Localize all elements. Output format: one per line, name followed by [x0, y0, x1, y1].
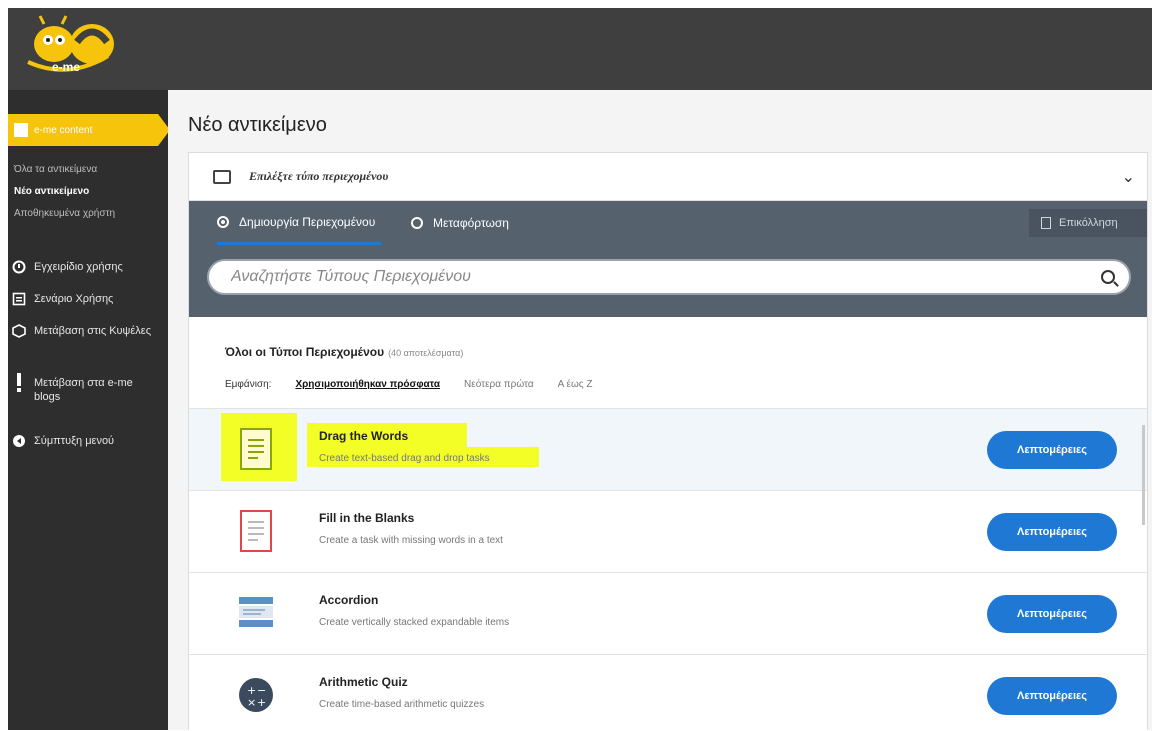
paste-button[interactable]: Επικόλληση [1029, 209, 1147, 237]
collapse-icon [12, 434, 26, 448]
fill-blanks-icon [240, 510, 272, 552]
list-box-icon [213, 169, 231, 184]
content-type-dropdown-label: Επιλέξτε τύπο περιεχομένου [249, 169, 389, 183]
list-item[interactable]: Accordion Create vertically stacked expa… [189, 573, 1147, 655]
sidebar: e-me content Όλα τα αντικείμενα Νέο αντι… [8, 90, 170, 730]
list-header: Όλοι οι Τύποι Περιεχομένου (40 αποτελέσμα… [225, 345, 463, 359]
tab-upload[interactable]: Μεταφόρτωση [411, 201, 509, 245]
chevron-down-icon: ⌄ [1121, 169, 1135, 186]
sidebar-sub-new-item[interactable]: Νέο αντικείμενο [14, 186, 89, 197]
app-frame: e-me e-me content Όλα τα αντικείμενα Νέο… [0, 0, 1152, 731]
sidebar-active-label: e-me content [34, 124, 93, 136]
search-box [207, 259, 1131, 295]
sidebar-item-manual[interactable]: Εγχειρίδιο χρήσης [12, 260, 123, 274]
content-type-name: Arithmetic Quiz [319, 675, 408, 689]
search-icon[interactable] [1101, 270, 1115, 284]
sidebar-item-label: Σενάριο Χρήσης [34, 293, 114, 305]
paste-button-label: Επικόλληση [1059, 217, 1118, 229]
logo-text: e-me [52, 60, 81, 74]
document-icon [12, 292, 26, 306]
sort-a-to-z[interactable]: Α έως Ζ [558, 379, 593, 390]
exclamation-icon [12, 373, 26, 392]
content-type-name: Drag the Words [319, 429, 409, 443]
content-type-desc: Create vertically stacked expandable ite… [319, 617, 510, 628]
sidebar-item-collapse[interactable]: Σύμπτυξη μενού [12, 434, 114, 448]
svg-text:+: + [257, 696, 266, 709]
details-button[interactable]: Λεπτομέρειες [987, 431, 1117, 469]
content-type-desc: Create time-based arithmetic quizzes [319, 699, 485, 710]
top-header: e-me [8, 8, 1152, 90]
result-count: (40 αποτελέσματα) [388, 348, 464, 358]
list-item[interactable]: + − × + Arithmetic Quiz Create time-base… [189, 655, 1147, 731]
tab-label: Δημιουργία Περιεχομένου [239, 214, 376, 229]
content-type-dropdown[interactable]: Επιλέξτε τύπο περιεχομένου ⌄ [189, 153, 1147, 201]
sidebar-sub-saved[interactable]: Αποθηκευμένα χρήστη [14, 208, 115, 219]
mode-tabs: Δημιουργία Περιεχομένου Μεταφόρτωση Επικ… [189, 201, 1147, 245]
sidebar-item-label: Μετάβαση στα e-me blogs [34, 377, 133, 403]
content-square-icon [14, 123, 28, 137]
sidebar-item-e-me-content[interactable]: e-me content [8, 114, 170, 146]
details-button[interactable]: Λεπτομέρειες [987, 595, 1117, 633]
sidebar-sub-all-items[interactable]: Όλα τα αντικείμενα [14, 164, 97, 175]
sort-options: Εμφάνιση: Χρησιμοποιήθηκαν πρόσφατα Νεότ… [225, 379, 617, 390]
tab-label: Μεταφόρτωση [433, 216, 509, 230]
sort-newest-first[interactable]: Νεότερα πρώτα [464, 379, 534, 390]
svg-text:×: × [247, 696, 256, 709]
content-type-name: Fill in the Blanks [319, 511, 415, 525]
clipboard-icon [1041, 217, 1051, 229]
details-button[interactable]: Λεπτομέρειες [987, 513, 1117, 551]
sidebar-item-label: Σύμπτυξη μενού [34, 435, 115, 447]
details-button[interactable]: Λεπτομέρειες [987, 677, 1117, 715]
accordion-icon [239, 597, 273, 627]
main-content: Νέο αντικείμενο Επιλέξτε τύπο περιεχομέν… [168, 90, 1152, 731]
page-title: Νέο αντικείμενο [188, 114, 327, 136]
search-input[interactable] [231, 268, 1101, 286]
radio-selected-icon [217, 215, 229, 228]
content-type-name: Accordion [319, 593, 379, 607]
sort-recently-used[interactable]: Χρησιμοποιήθηκαν πρόσφατα [295, 379, 440, 390]
drag-words-icon [240, 428, 272, 470]
sidebar-item-label: Μετάβαση στις Κυψέλες [34, 325, 152, 337]
content-type-card: Επιλέξτε τύπο περιεχομένου ⌄ Δημιουργία … [188, 152, 1148, 731]
sidebar-item-blogs[interactable]: Μετάβαση στα e-me blogs [12, 373, 162, 404]
arithmetic-icon: + − × + [239, 678, 273, 712]
e-me-logo[interactable]: e-me [22, 14, 132, 84]
sort-label: Εμφάνιση: [225, 379, 272, 390]
tab-create-content[interactable]: Δημιουργία Περιεχομένου [217, 201, 382, 245]
radio-unselected-icon [411, 217, 423, 229]
info-circle-icon [12, 260, 26, 274]
sidebar-item-hives[interactable]: Μετάβαση στις Κυψέλες [12, 324, 152, 338]
sidebar-item-scenario[interactable]: Σενάριο Χρήσης [12, 292, 113, 306]
list-scrollbar[interactable] [1142, 425, 1145, 525]
list-item[interactable]: Fill in the Blanks Create a task with mi… [189, 491, 1147, 573]
content-type-desc: Create a task with missing words in a te… [319, 535, 503, 546]
content-type-desc: Create text-based drag and drop tasks [319, 453, 490, 464]
list-header-title: Όλοι οι Τύποι Περιεχομένου [225, 345, 385, 359]
list-item[interactable]: Drag the Words Create text-based drag an… [189, 409, 1147, 491]
sidebar-item-label: Εγχειρίδιο χρήσης [34, 261, 123, 273]
hexagon-icon [12, 324, 26, 338]
search-band [189, 245, 1147, 317]
list-filter: Όλοι οι Τύποι Περιεχομένου (40 αποτελέσμα… [189, 317, 1147, 409]
